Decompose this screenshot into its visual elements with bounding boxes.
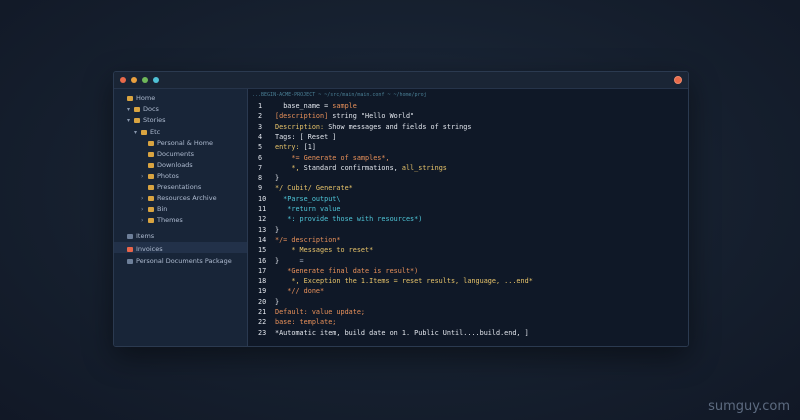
tree-item-label: Resources Archive	[157, 194, 217, 202]
tree-item[interactable]: › Bin	[141, 204, 167, 215]
code-token: Show messages and fields of strings	[328, 122, 472, 131]
tree-item[interactable]: ▾ Stories	[127, 115, 166, 126]
tree-item[interactable]: › Photos	[141, 171, 179, 182]
tree-item-label: Home	[136, 94, 156, 102]
chevron-icon[interactable]: ▾	[127, 115, 134, 126]
extra-button[interactable]	[153, 77, 159, 83]
editor-path: ...BEGIN-ACME-PROJECT ~ ~/src/main/main.…	[252, 92, 427, 98]
chevron-icon[interactable]: ›	[141, 171, 148, 182]
tree-item-label: Personal & Home	[157, 139, 214, 147]
tree-item[interactable]: ▾ Docs	[127, 104, 159, 115]
file-icon	[127, 258, 133, 264]
code-token: all_strings	[401, 163, 447, 172]
code-token: Default: value update;	[275, 308, 366, 316]
tree-item[interactable]: Items	[120, 231, 154, 242]
code-token: Description:	[275, 122, 329, 131]
code-token: *// done*	[275, 287, 325, 296]
folder-icon	[148, 206, 154, 212]
tree-item[interactable]: Presentations	[141, 182, 201, 193]
folder-icon	[148, 162, 154, 168]
chevron-icon[interactable]: ›	[141, 193, 148, 204]
code-token: sample	[332, 102, 357, 110]
editor-window: Home ▾ Docs ▾ Stories ▾ Etc Personal & Home Docu…	[113, 71, 689, 347]
line-number: 23	[258, 328, 267, 337]
tree-item-label: Downloads	[157, 161, 193, 169]
chevron-icon[interactable]: ▾	[134, 127, 141, 138]
tree-item[interactable]: Personal Documents Package	[120, 256, 232, 267]
folder-icon	[134, 117, 140, 123]
tree-item-label: Items	[136, 232, 155, 240]
code-token: *Generate final date is result*)	[275, 266, 419, 275]
tree-item-label: Photos	[157, 172, 179, 180]
tree-item-label: Etc	[150, 128, 161, 136]
code-token: *: provide those with resources*)	[275, 215, 423, 224]
watermark: sumguy.com	[708, 399, 790, 414]
code-token: }	[275, 174, 280, 183]
chevron-icon[interactable]: ›	[141, 215, 148, 226]
folder-icon	[148, 195, 154, 201]
code-token: *,	[275, 163, 304, 172]
code-token: *return value	[275, 205, 341, 213]
code-token: =	[279, 256, 304, 265]
code-token: */= description*	[275, 235, 341, 244]
code-token: }	[275, 225, 280, 234]
tree-item-label: Presentations	[157, 183, 202, 191]
tree-item-label: Documents	[157, 150, 195, 158]
file-tree-sidebar: Home ▾ Docs ▾ Stories ▾ Etc Personal & Home Docu…	[114, 89, 248, 346]
folder-icon	[148, 140, 154, 146]
code-token: [1]	[303, 143, 316, 152]
code-token: base: template;	[275, 318, 337, 327]
tree-item-label: Personal Documents Package	[136, 257, 232, 265]
folder-icon	[134, 106, 140, 112]
close-button[interactable]	[120, 77, 126, 83]
code-text: *Automatic item, build date on 1. Public…	[275, 328, 529, 339]
folder-icon	[148, 217, 154, 223]
code-token: * Messages to reset*	[275, 246, 374, 255]
tree-item-label: Stories	[143, 116, 166, 124]
code-token: [description]	[275, 112, 333, 121]
code-token: *Parse_output\	[275, 194, 341, 203]
tree-item[interactable]: › Resources Archive	[141, 193, 217, 204]
folder-icon	[141, 129, 147, 135]
folder-icon	[148, 184, 154, 190]
code-token: */ Cubit/ Generate*	[275, 184, 353, 193]
red-file-icon	[127, 246, 133, 252]
tree-item[interactable]: Home	[120, 93, 155, 104]
code-token: *= Generate of samples*,	[275, 153, 390, 162]
file-icon	[127, 233, 133, 239]
title-bar	[114, 72, 688, 89]
chevron-icon[interactable]: ▾	[127, 104, 134, 115]
tree-item[interactable]: Invoices	[120, 244, 163, 255]
tree-item-label: Invoices	[136, 245, 163, 253]
tree-item[interactable]: Downloads	[141, 160, 193, 171]
code-token: base_name =	[283, 102, 333, 110]
code-token: entry:	[275, 143, 304, 152]
settings-icon[interactable]	[674, 76, 682, 84]
folder-icon	[127, 95, 133, 101]
code-token: *Automatic item, build date on 1. Public…	[275, 328, 529, 337]
maximize-button[interactable]	[142, 77, 148, 83]
chevron-icon[interactable]: ›	[141, 204, 148, 215]
tree-item[interactable]: Documents	[141, 149, 194, 160]
tree-item[interactable]: Personal & Home	[141, 138, 213, 149]
code-token: }	[275, 297, 280, 306]
tree-item-label: Themes	[157, 216, 183, 224]
folder-icon	[148, 151, 154, 157]
code-token: *, Exception the 1.Items = reset results…	[275, 277, 533, 286]
code-token: Tags: [ Reset ]	[275, 132, 337, 141]
folder-icon	[148, 173, 154, 179]
tree-item-label: Docs	[143, 105, 159, 113]
tree-item[interactable]: › Themes	[141, 215, 183, 226]
tree-item[interactable]: ▾ Etc	[134, 127, 160, 138]
tree-item-label: Bin	[157, 205, 168, 213]
code-token: Standard confirmations,	[303, 163, 402, 172]
code-line[interactable]: 23 *Automatic item, build date on 1. Publ…	[248, 328, 688, 339]
minimize-button[interactable]	[131, 77, 137, 83]
code-token: string "Hello World"	[332, 112, 415, 121]
code-editor[interactable]: ...BEGIN-ACME-PROJECT ~ ~/src/main/main.…	[248, 89, 688, 346]
